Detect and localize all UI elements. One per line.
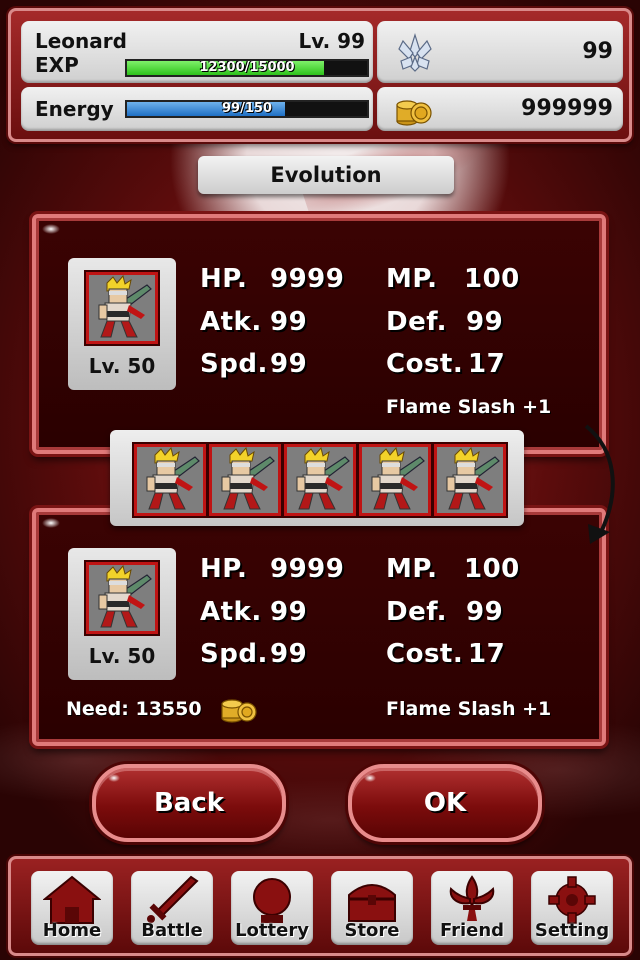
atk-value: 99 <box>270 307 308 337</box>
swordsman-icon <box>88 274 156 342</box>
ok-button-label: OK <box>423 788 467 818</box>
nav-setting[interactable]: Setting <box>531 871 613 945</box>
nav-lottery[interactable]: Lottery <box>231 871 313 945</box>
mp-value: 100 <box>464 264 520 294</box>
exp-label: EXP <box>35 53 79 77</box>
swordsman-icon <box>88 564 156 632</box>
coin-panel[interactable]: 999999 <box>377 87 623 131</box>
material-card-slot[interactable] <box>359 444 431 516</box>
nav-battle[interactable]: Battle <box>131 871 213 945</box>
def-value: 99 <box>466 597 504 627</box>
cost-label: Cost. <box>386 639 464 669</box>
swordsman-icon <box>361 446 429 514</box>
evolved-card-panel: Lv. 50 HP. 9999 MP. 100 Atk. 99 Def. 99 … <box>32 508 606 746</box>
skill-label: Flame Slash +1 <box>386 698 552 720</box>
mp-label: MP. <box>386 554 438 584</box>
spd-value: 99 <box>270 349 308 379</box>
hp-label: HP. <box>200 264 248 294</box>
evolution-cost: Need: 13550 <box>66 698 202 720</box>
swordsman-icon <box>136 446 204 514</box>
atk-label: Atk. <box>200 597 262 627</box>
nav-home[interactable]: Home <box>31 871 113 945</box>
mp-value: 100 <box>464 554 520 584</box>
swordsman-icon <box>436 446 504 514</box>
crystal-panel[interactable]: 99 <box>377 21 623 83</box>
button-shine <box>364 774 376 782</box>
def-label: Def. <box>386 307 447 337</box>
exp-bar: 12300/15000 <box>125 59 369 77</box>
panel-shine <box>42 224 60 234</box>
gear-icon <box>548 876 596 924</box>
crystal-icon <box>398 33 432 72</box>
nav-home-label: Home <box>42 920 102 941</box>
button-shine <box>108 774 120 782</box>
hp-value: 9999 <box>270 554 345 584</box>
atk-value: 99 <box>270 597 308 627</box>
coin-stack-icon <box>221 699 257 723</box>
portrait-frame <box>86 562 158 634</box>
def-label: Def. <box>386 597 447 627</box>
curved-arrow-icon <box>584 424 615 544</box>
player-panel: Leonard Lv. 99 EXP 12300/15000 <box>21 21 373 83</box>
sword-icon <box>147 875 199 923</box>
def-value: 99 <box>466 307 504 337</box>
status-hud: Leonard Lv. 99 EXP 12300/15000 99 Energy… <box>8 8 632 142</box>
mp-label: MP. <box>386 264 438 294</box>
coin-stack-icon <box>396 100 432 126</box>
portrait-frame <box>86 272 158 344</box>
nav-friend[interactable]: Friend <box>431 871 513 945</box>
hp-label: HP. <box>200 554 248 584</box>
current-card-portrait[interactable]: Lv. 50 <box>68 258 176 390</box>
fleur-de-lis-icon <box>449 875 495 921</box>
evolved-card-portrait[interactable]: Lv. 50 <box>68 548 176 680</box>
current-card-panel: Lv. 50 HP. 9999 MP. 100 Atk. 99 Def. 99 … <box>32 214 606 454</box>
cost-value: 17 <box>468 349 506 379</box>
lottery-ball-icon <box>253 878 291 923</box>
player-name: Leonard <box>35 29 127 53</box>
energy-panel: Energy 99/150 <box>21 87 373 131</box>
nav-battle-label: Battle <box>141 920 203 941</box>
material-card-slot[interactable] <box>284 444 356 516</box>
skill-label: Flame Slash +1 <box>386 396 552 418</box>
nav-store-label: Store <box>344 920 400 941</box>
swordsman-icon <box>286 446 354 514</box>
material-cards-strip <box>110 430 524 526</box>
swordsman-icon <box>211 446 279 514</box>
card-level: Lv. 50 <box>88 644 156 668</box>
energy-value: 99/150 <box>222 101 272 116</box>
back-button[interactable]: Back <box>92 764 286 842</box>
material-card-slot[interactable] <box>134 444 206 516</box>
cost-label: Cost. <box>386 349 464 379</box>
nav-setting-label: Setting <box>534 920 610 941</box>
material-card-slot[interactable] <box>209 444 281 516</box>
energy-bar: 99/150 <box>125 100 369 118</box>
coin-count: 999999 <box>521 96 613 121</box>
player-level: Lv. 99 <box>298 29 365 53</box>
treasure-chest-icon <box>348 884 396 922</box>
back-button-label: Back <box>153 788 225 818</box>
ok-button[interactable]: OK <box>348 764 542 842</box>
cost-value: 17 <box>468 639 506 669</box>
bottom-nav-bar: Home Battle Lottery Store Friend Setting <box>8 856 632 956</box>
nav-friend-label: Friend <box>439 920 505 941</box>
material-card-slot[interactable] <box>434 444 506 516</box>
spd-label: Spd. <box>200 639 268 669</box>
screen-title: Evolution <box>198 156 454 194</box>
crystal-count: 99 <box>582 39 613 64</box>
card-level: Lv. 50 <box>88 354 156 378</box>
nav-store[interactable]: Store <box>331 871 413 945</box>
spd-label: Spd. <box>200 349 268 379</box>
nav-lottery-label: Lottery <box>235 920 309 941</box>
energy-label: Energy <box>35 97 114 121</box>
panel-shine <box>42 518 60 528</box>
house-icon <box>43 875 101 924</box>
exp-value: 12300/15000 <box>199 60 295 75</box>
atk-label: Atk. <box>200 307 262 337</box>
hp-value: 9999 <box>270 264 345 294</box>
spd-value: 99 <box>270 639 308 669</box>
